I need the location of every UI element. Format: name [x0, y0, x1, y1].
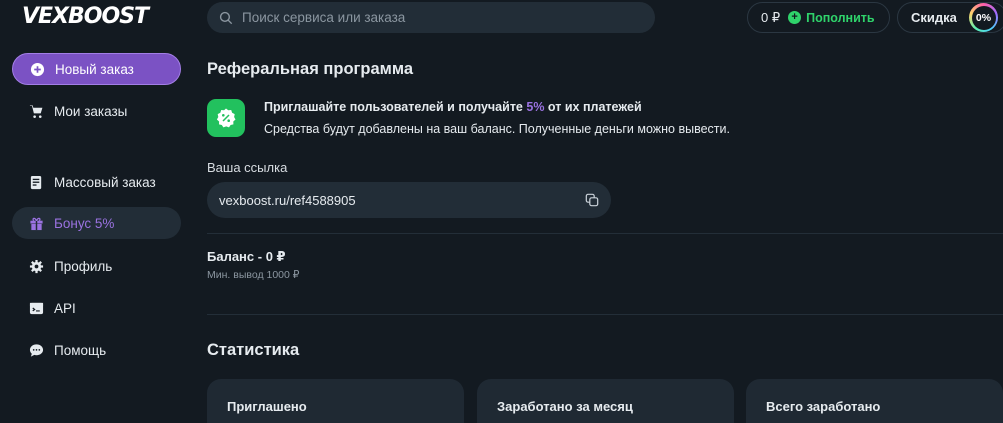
- sidebar-item-my-orders[interactable]: Мои заказы: [12, 95, 181, 127]
- referral-balance: Баланс - 0 ₽: [207, 249, 286, 264]
- promo-prefix: Приглашайте пользователей и получайте: [264, 100, 527, 114]
- stat-card-label: Приглашено: [227, 399, 307, 414]
- sidebar-item-api[interactable]: API: [12, 292, 181, 324]
- sidebar-item-label: Бонус 5%: [54, 215, 115, 231]
- sidebar-item-label: API: [54, 300, 76, 316]
- balance-widget: 0 ₽ + Пополнить: [747, 2, 890, 33]
- search-icon: [219, 11, 233, 25]
- min-withdrawal: Мин. вывод 1000 ₽: [207, 269, 300, 281]
- stats-title: Статистика: [207, 341, 300, 359]
- search-input[interactable]: Поиск сервиса или заказа: [207, 2, 655, 33]
- cart-icon: [29, 104, 44, 119]
- sidebar: VEXBOOST Новый заказ Мои заказы Массовый…: [0, 0, 193, 423]
- stat-card-month-earned: Заработано за месяц: [477, 379, 734, 423]
- sidebar-item-help[interactable]: Помощь: [12, 334, 181, 366]
- sidebar-item-label: Мои заказы: [54, 103, 128, 119]
- percent-badge-icon: [207, 99, 245, 137]
- stat-card-total-earned: Всего заработано: [746, 379, 1003, 423]
- stat-card-invited: Приглашено: [207, 379, 464, 423]
- topup-label: Пополнить: [806, 10, 875, 25]
- page-title: Реферальная программа: [207, 60, 414, 78]
- divider: [207, 233, 1003, 234]
- sidebar-item-label: Массовый заказ: [54, 174, 156, 190]
- sidebar-item-profile[interactable]: Профиль: [12, 250, 181, 282]
- gear-icon: [29, 259, 44, 274]
- discount-value: 0%: [971, 5, 996, 30]
- referral-link-field[interactable]: vexboost.ru/ref4588905: [207, 182, 611, 218]
- plus-icon: +: [788, 11, 802, 24]
- discount-label: Скидка: [911, 10, 957, 25]
- gift-icon: [29, 216, 44, 231]
- stat-card-label: Всего заработано: [766, 399, 881, 414]
- promo-percent: 5%: [526, 100, 545, 114]
- plus-circle-icon: [30, 62, 45, 77]
- sidebar-item-label: Новый заказ: [55, 61, 134, 77]
- new-order-button[interactable]: Новый заказ: [12, 53, 181, 85]
- stat-card-label: Заработано за месяц: [497, 399, 633, 414]
- divider: [207, 314, 1003, 315]
- referral-link-label: Ваша ссылка: [207, 160, 288, 175]
- chat-icon: [29, 343, 44, 358]
- logo[interactable]: VEXBOOST: [22, 4, 149, 29]
- list-icon: [29, 175, 44, 190]
- promo-headline: Приглашайте пользователей и получайте 5%…: [264, 100, 642, 114]
- discount-ring[interactable]: 0%: [969, 3, 998, 32]
- sidebar-item-bonus[interactable]: Бонус 5%: [12, 207, 181, 239]
- promo-suffix: от их платежей: [544, 100, 642, 114]
- search-placeholder: Поиск сервиса или заказа: [242, 10, 406, 25]
- referral-link-value: vexboost.ru/ref4588905: [219, 192, 356, 208]
- sidebar-item-label: Профиль: [54, 258, 113, 274]
- sidebar-item-bulk-order[interactable]: Массовый заказ: [12, 166, 181, 198]
- promo-description: Средства будут добавлены на ваш баланс. …: [264, 122, 730, 136]
- balance-value: 0 ₽: [761, 9, 781, 25]
- copy-icon[interactable]: [585, 193, 599, 207]
- topup-button[interactable]: + Пополнить: [788, 10, 875, 25]
- terminal-icon: [29, 301, 44, 316]
- sidebar-item-label: Помощь: [54, 342, 107, 358]
